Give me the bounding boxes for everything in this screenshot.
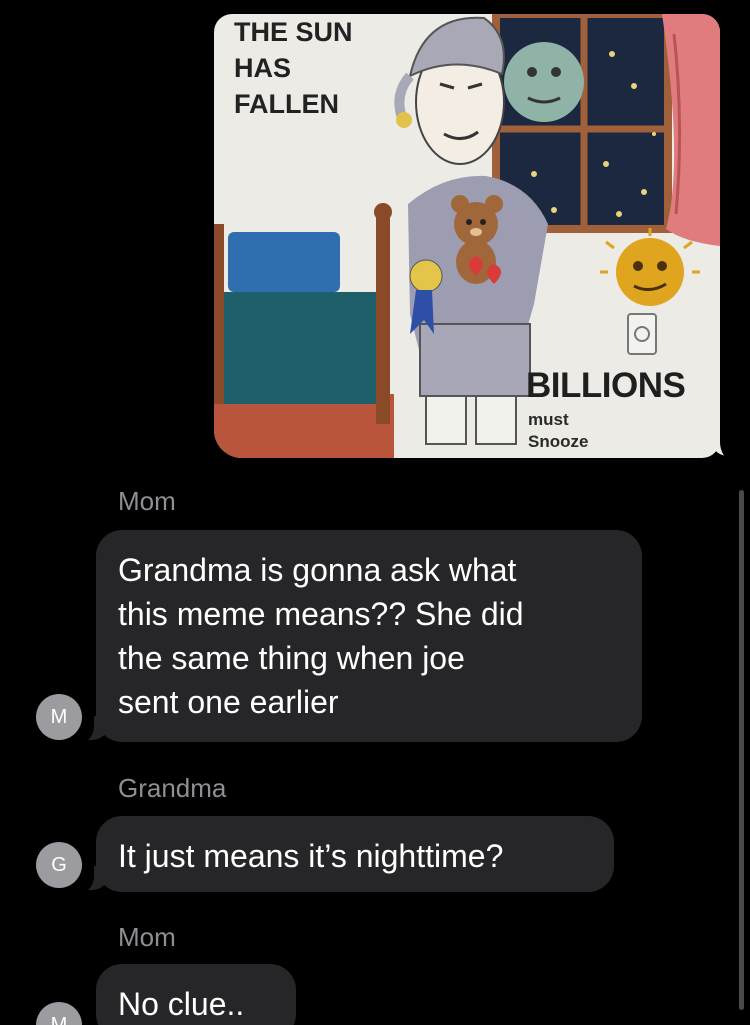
message-text: this meme means?? She did (118, 596, 524, 632)
scrollbar[interactable] (739, 490, 744, 1010)
meme-caption-line: THE SUN (234, 17, 353, 47)
meme-caption-line: FALLEN (234, 89, 339, 119)
message-bubble[interactable]: It just means it’s nighttime? (96, 816, 614, 892)
meme-caption-billions: BILLIONS (526, 366, 686, 405)
message-bubble[interactable]: No clue.. (96, 964, 296, 1025)
sender-name: Mom (118, 486, 176, 516)
message-text: It just means it’s nighttime? (118, 838, 504, 874)
meme-caption-snooze: Snooze (528, 432, 589, 451)
message-text: the same thing when joe (118, 640, 465, 676)
avatar[interactable]: G (36, 842, 82, 888)
meme-image-message[interactable]: THE SUN HAS FALLEN BILLIONS must Snooze (214, 14, 720, 458)
avatar[interactable]: M (36, 1002, 82, 1025)
message-text: No clue.. (118, 986, 245, 1022)
message-text: sent one earlier (118, 684, 339, 720)
meme-caption-must: must (528, 410, 569, 429)
sender-name: Grandma (118, 773, 227, 803)
message-text: Grandma is gonna ask what (118, 552, 517, 588)
meme-caption-top: THE SUN HAS FALLEN (234, 14, 353, 122)
avatar[interactable]: M (36, 694, 82, 740)
sender-name: Mom (118, 922, 176, 952)
messages-thread: THE SUN HAS FALLEN BILLIONS must Snooze … (0, 0, 750, 1025)
meme-caption-line: HAS (234, 53, 292, 83)
message-bubble[interactable]: Grandma is gonna ask what this meme mean… (96, 530, 642, 742)
